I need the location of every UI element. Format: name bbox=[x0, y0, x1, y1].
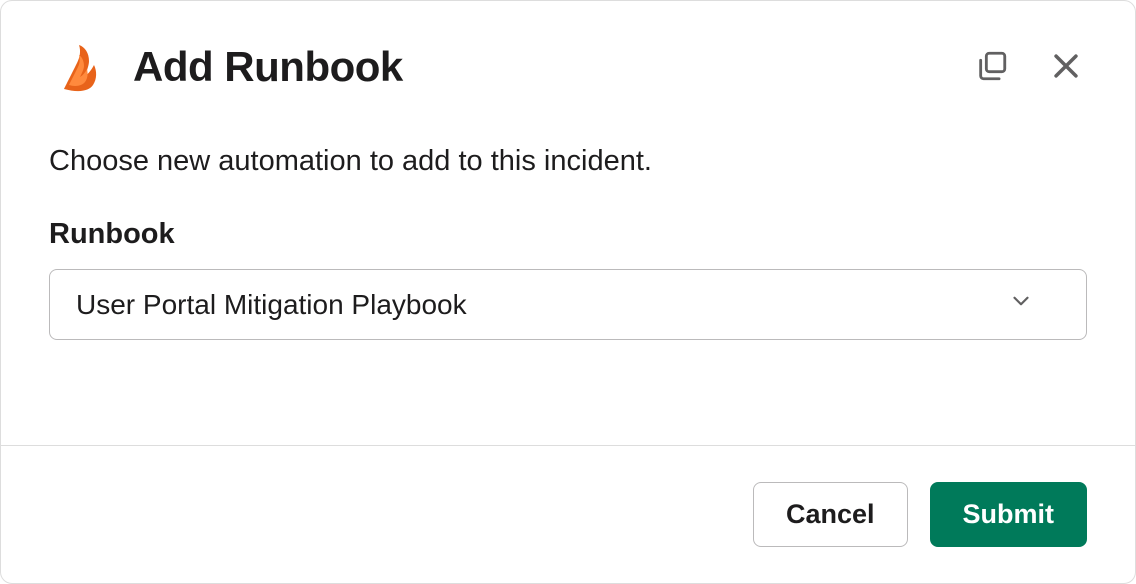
app-icon bbox=[49, 37, 109, 97]
modal-footer: Cancel Submit bbox=[1, 445, 1135, 583]
runbook-field-label: Runbook bbox=[49, 218, 1087, 251]
header-actions bbox=[971, 45, 1087, 90]
runbook-select-wrapper: User Portal Mitigation Playbook bbox=[49, 269, 1087, 340]
modal-title: Add Runbook bbox=[133, 43, 947, 91]
runbook-selected-value: User Portal Mitigation Playbook bbox=[76, 289, 1008, 321]
new-window-icon bbox=[975, 49, 1009, 86]
modal-header: Add Runbook bbox=[1, 1, 1135, 97]
description-text: Choose new automation to add to this inc… bbox=[49, 145, 1087, 178]
chevron-down-icon bbox=[1008, 288, 1034, 321]
runbook-select[interactable]: User Portal Mitigation Playbook bbox=[49, 269, 1087, 340]
close-button[interactable] bbox=[1045, 45, 1087, 90]
submit-button[interactable]: Submit bbox=[930, 482, 1088, 547]
new-window-button[interactable] bbox=[971, 45, 1013, 90]
modal-content: Choose new automation to add to this inc… bbox=[1, 97, 1135, 445]
close-icon bbox=[1049, 49, 1083, 86]
cancel-button[interactable]: Cancel bbox=[753, 482, 908, 547]
